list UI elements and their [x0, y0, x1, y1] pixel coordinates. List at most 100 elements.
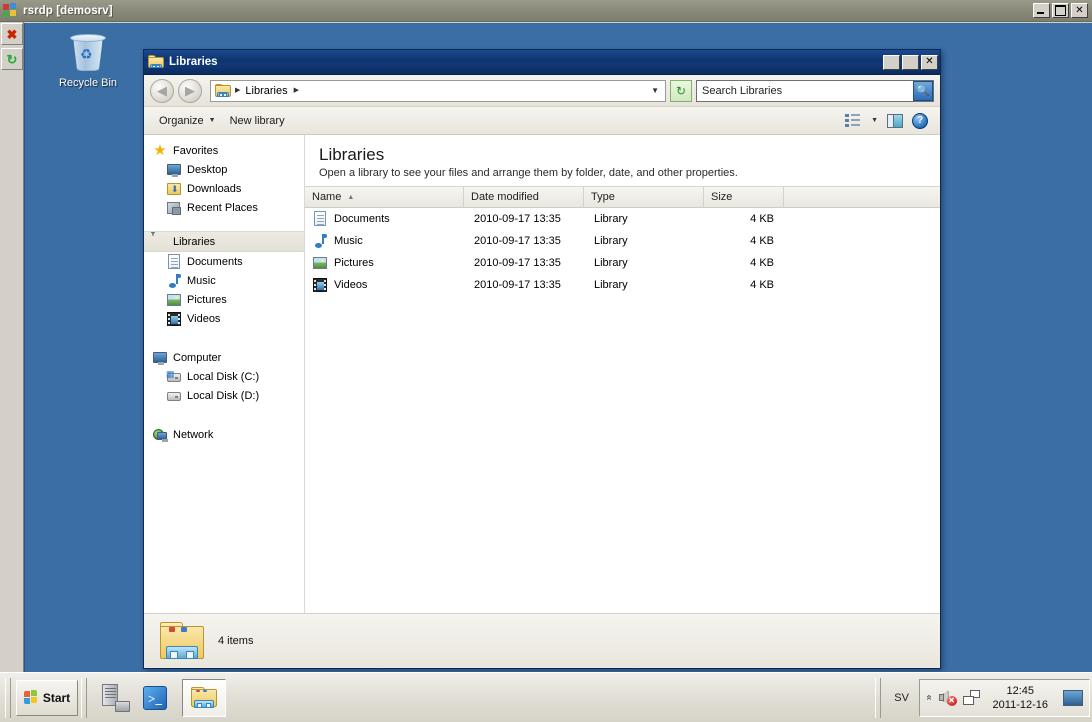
taskbar-libraries-button[interactable]	[182, 678, 226, 717]
show-hidden-icons-icon[interactable]: «	[923, 695, 934, 701]
language-indicator[interactable]: SV	[884, 692, 919, 704]
back-arrow-icon: ◀	[157, 83, 167, 98]
refresh-button[interactable]: ↻	[670, 79, 692, 102]
network-icon[interactable]	[962, 690, 980, 705]
sidebar-item-label: Documents	[187, 255, 243, 268]
powershell-icon[interactable]: >_	[140, 683, 170, 713]
rsrdp-maximize-button[interactable]	[1052, 3, 1069, 18]
organize-button[interactable]: Organize ▼	[152, 112, 223, 130]
clock[interactable]: 12:45 2011-12-16	[987, 684, 1054, 712]
column-label: Name	[312, 191, 342, 203]
column-header-blank[interactable]	[784, 187, 940, 207]
taskbar-grip[interactable]	[5, 677, 11, 718]
rsrdp-tool-strip: ✖ ↻	[0, 22, 24, 672]
explorer-window-controls: ✕	[883, 54, 938, 70]
chevron-down-icon[interactable]: ▼	[871, 117, 878, 124]
sidebar-item-downloads[interactable]: ⬇ Downloads	[144, 179, 304, 198]
documents-icon	[166, 253, 182, 270]
rsrdp-close-button[interactable]: ✕	[1071, 3, 1088, 18]
column-header-date-modified[interactable]: Date modified	[464, 187, 584, 207]
recycle-bin-icon: ♻	[66, 31, 110, 75]
sidebar-item-pictures[interactable]: Pictures	[144, 290, 304, 309]
content-pane: Libraries Open a library to see your fil…	[305, 135, 940, 613]
search-placeholder: Search Libraries	[702, 84, 783, 97]
explorer-titlebar[interactable]: Libraries ✕	[144, 50, 940, 75]
documents-icon	[312, 211, 328, 227]
command-bar: Organize ▼ New library ▼ ?	[144, 107, 940, 135]
sidebar-item-music[interactable]: Music	[144, 271, 304, 290]
nav-separator	[144, 328, 304, 348]
refresh-button[interactable]: ↻	[1, 48, 23, 70]
drive-icon	[166, 388, 182, 404]
column-header-size[interactable]: Size	[704, 187, 784, 207]
pictures-icon	[312, 255, 328, 271]
address-input[interactable]: ▶ Libraries ▶ ▼	[210, 79, 666, 102]
explorer-minimize-button[interactable]	[883, 54, 900, 70]
sidebar-item-documents[interactable]: Documents	[144, 252, 304, 271]
explorer-maximize-button[interactable]	[902, 54, 919, 70]
file-name: Pictures	[334, 257, 374, 269]
sidebar-item-recent-places[interactable]: Recent Places	[144, 198, 304, 217]
change-view-icon[interactable]	[845, 113, 862, 128]
explorer-close-button[interactable]: ✕	[921, 54, 938, 70]
breadcrumb-libraries[interactable]: Libraries	[245, 85, 287, 97]
show-desktop-icon[interactable]	[1063, 689, 1083, 706]
rsrdp-minimize-button[interactable]	[1033, 3, 1050, 18]
table-row[interactable]: Music 2010-09-17 13:35 Library 4 KB	[305, 230, 940, 252]
sidebar-item-local-disk-d[interactable]: Local Disk (D:)	[144, 386, 304, 405]
file-name: Music	[334, 235, 363, 247]
sidebar-item-label: Desktop	[187, 163, 228, 176]
table-row[interactable]: Pictures 2010-09-17 13:35 Library 4 KB	[305, 252, 940, 274]
chevron-right-icon[interactable]: ▶	[235, 87, 240, 94]
sort-ascending-icon: ▲	[347, 193, 355, 201]
sidebar-item-label: Network	[173, 428, 214, 441]
table-row[interactable]: Documents 2010-09-17 13:35 Library 4 KB	[305, 208, 940, 230]
forward-button[interactable]: ▶	[178, 78, 202, 103]
rsrdp-titlebar: rsrdp [demosrv] ✕	[0, 0, 1092, 22]
back-button[interactable]: ◀	[150, 78, 174, 103]
rsrdp-icon	[3, 2, 19, 19]
navigation-pane[interactable]: ★ Favorites Desktop ⬇ Downloads Recent P…	[144, 135, 305, 613]
sidebar-item-videos[interactable]: Videos	[144, 309, 304, 328]
sidebar-item-label: Videos	[187, 312, 221, 325]
file-list[interactable]: Documents 2010-09-17 13:35 Library 4 KB	[305, 208, 940, 613]
table-row[interactable]: Videos 2010-09-17 13:35 Library 4 KB	[305, 274, 940, 296]
column-header-type[interactable]: Type	[584, 187, 704, 207]
search-input[interactable]: Search Libraries 🔍	[696, 79, 934, 102]
start-button[interactable]: Start	[16, 679, 78, 716]
tray-grip[interactable]	[875, 677, 882, 718]
server-manager-icon[interactable]	[100, 683, 130, 713]
volume-muted-icon[interactable]: ✕	[938, 690, 957, 706]
system-tray: SV « ✕ 12:45 2011-12-16	[872, 677, 1090, 718]
file-type: Library	[594, 213, 628, 225]
file-size: 4 KB	[750, 235, 774, 247]
desktop-icon-label: Recycle Bin	[58, 77, 118, 89]
file-size: 4 KB	[750, 257, 774, 269]
new-library-button[interactable]: New library	[223, 112, 292, 130]
disconnect-button[interactable]: ✖	[1, 23, 23, 45]
file-name: Videos	[334, 279, 368, 291]
sidebar-item-network[interactable]: Network	[144, 425, 304, 444]
sidebar-item-favorites[interactable]: ★ Favorites	[144, 141, 304, 160]
music-icon	[312, 233, 328, 249]
libraries-folder-icon	[148, 55, 164, 69]
sidebar-item-local-disk-c[interactable]: ▦ Local Disk (C:)	[144, 367, 304, 386]
desktop[interactable]: ♻ Recycle Bin Libraries ✕ ◀ ▶ ▶ Librarie…	[24, 23, 1092, 672]
sidebar-item-label: Downloads	[187, 182, 242, 195]
music-icon	[166, 273, 182, 289]
desktop-icon-recycle-bin[interactable]: ♻ Recycle Bin	[49, 31, 127, 89]
sidebar-item-libraries[interactable]: Libraries	[144, 231, 304, 252]
sidebar-item-desktop[interactable]: Desktop	[144, 160, 304, 179]
new-library-label: New library	[229, 114, 285, 127]
sidebar-item-label: Computer	[173, 351, 222, 364]
column-header-name[interactable]: Name ▲	[305, 187, 464, 207]
preview-pane-icon[interactable]	[887, 113, 903, 128]
chevron-right-icon[interactable]: ▶	[294, 87, 299, 94]
search-icon[interactable]: 🔍	[913, 80, 933, 101]
file-date-modified: 2010-09-17 13:35	[474, 235, 561, 247]
help-icon[interactable]: ?	[912, 112, 928, 129]
sidebar-item-computer[interactable]: Computer	[144, 348, 304, 367]
address-history-dropdown[interactable]: ▼	[651, 86, 663, 95]
quick-launch-grip[interactable]	[81, 677, 87, 718]
rsrdp-window-controls: ✕	[1033, 3, 1088, 18]
